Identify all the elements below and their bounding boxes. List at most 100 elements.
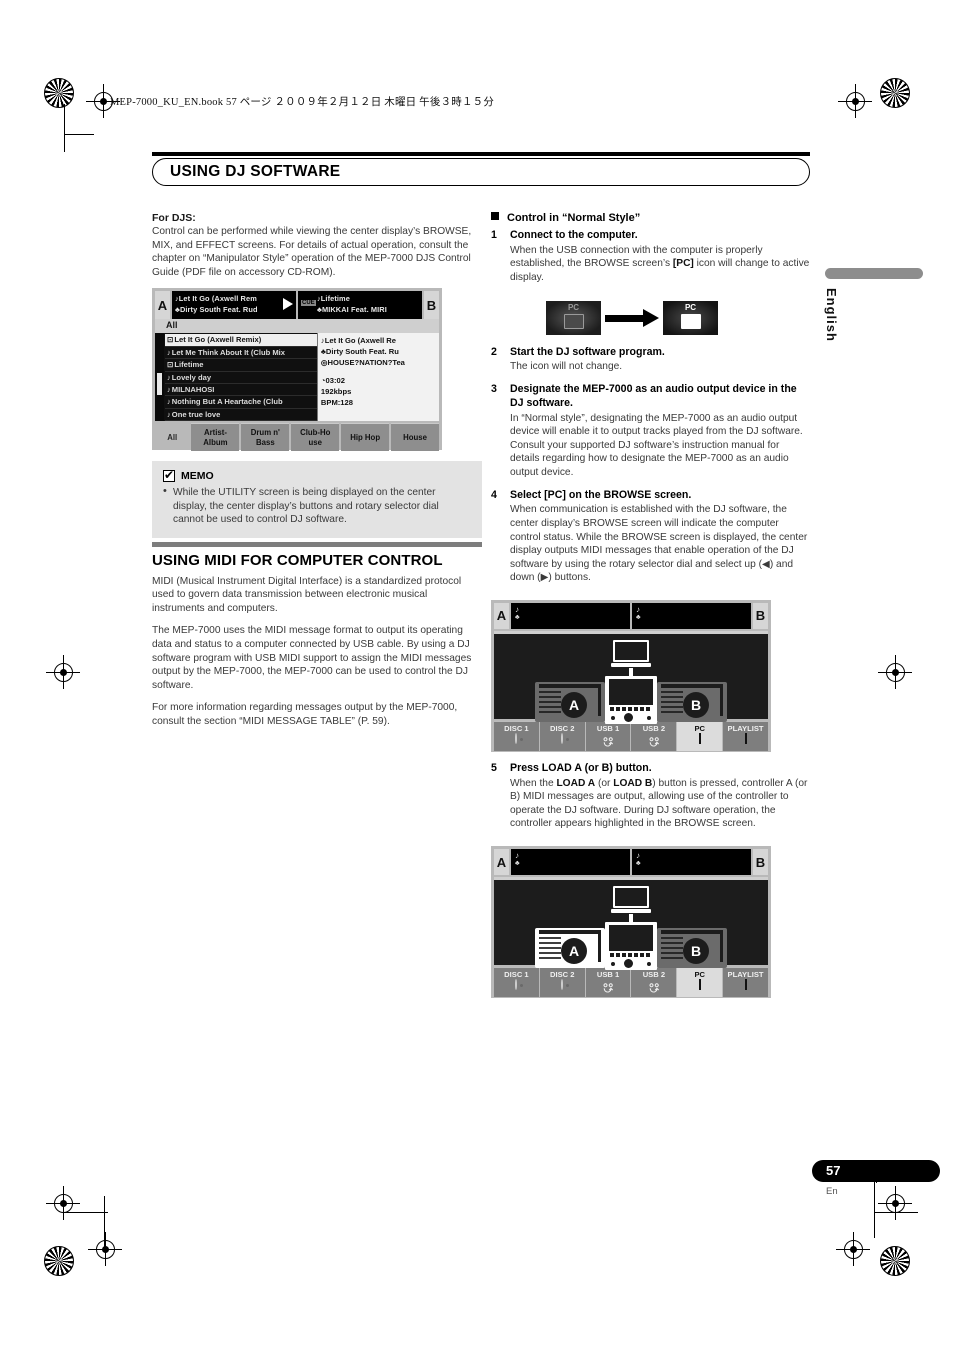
page-title-text: USING DJ SOFTWARE bbox=[170, 163, 341, 180]
midi-paragraph-2: The MEP-7000 uses the MIDI message forma… bbox=[152, 625, 472, 691]
browse-folder-label: All bbox=[155, 319, 439, 334]
source-tab-disc-1[interactable]: DISC 1 bbox=[494, 967, 539, 998]
step-2-number: 2 bbox=[491, 345, 497, 358]
pc1-artist-icon-a: ♣ bbox=[515, 613, 520, 621]
manual-page: MEP-7000_KU_EN.book 57 ページ ２００９年２月１２日 木曜… bbox=[0, 0, 954, 1351]
pc-icon-inactive-label: PC bbox=[567, 302, 580, 312]
step-3: 3 Designate the MEP-7000 as an audio out… bbox=[491, 383, 811, 487]
disc-glyph bbox=[515, 979, 518, 991]
source-tab-label: USB 1 bbox=[596, 970, 620, 980]
registration-mark-bl bbox=[46, 1186, 80, 1220]
step-2-desc: The icon will not change. bbox=[510, 361, 623, 373]
normal-style-heading-text: Control in “Normal Style” bbox=[507, 212, 641, 224]
track-list-item[interactable]: ♪Nothing But A Heartache (Club bbox=[165, 396, 317, 409]
pc1-diagram: A B bbox=[494, 630, 768, 724]
source-tab-playlist[interactable]: PLAYLIST bbox=[723, 967, 768, 998]
source-tab-playlist[interactable]: PLAYLIST bbox=[723, 720, 768, 751]
track-list-item[interactable]: ♪One true love bbox=[165, 409, 317, 422]
pc1-deck-a-label: A bbox=[494, 602, 509, 629]
browse-tab-hip-hop[interactable]: Hip Hop bbox=[341, 423, 390, 452]
crop-line-footer-tick bbox=[876, 1182, 877, 1183]
step-4-desc: When communication is established with t… bbox=[510, 504, 808, 584]
source-tab-pc[interactable]: PC bbox=[677, 967, 723, 998]
memo-title: MEMO bbox=[181, 470, 214, 483]
browse-tab-all[interactable]: All bbox=[155, 423, 189, 451]
track-list-item[interactable]: ♪Let Me Think About It (Club Mix bbox=[165, 347, 317, 360]
step-2: 2 Start the DJ software program. The ico… bbox=[491, 346, 811, 381]
page-number: 57 bbox=[826, 1163, 841, 1178]
track-list[interactable]: ⊡Let It Go (Axwell Remix) ♪Let Me Think A… bbox=[164, 333, 317, 422]
pc2-note-icon-b: ♪ bbox=[636, 851, 640, 861]
memo-header: MEMO bbox=[163, 468, 472, 483]
pc-icon-inactive: PC bbox=[546, 300, 601, 335]
star-registration-mark-top-right bbox=[880, 78, 910, 108]
crop-line-bottom-v bbox=[104, 1196, 105, 1252]
disc-icon bbox=[515, 732, 518, 744]
music-note-icon: ⊡ bbox=[167, 360, 174, 370]
step-5-number: 5 bbox=[491, 761, 497, 774]
pc1-note-icon-a: ♪ bbox=[515, 604, 519, 614]
source-tab-label: PLAYLIST bbox=[727, 723, 764, 733]
browse-tab-artist-album[interactable]: Artist- Album bbox=[191, 423, 240, 452]
memo-box: MEMO While the UTILITY screen is being d… bbox=[152, 461, 482, 538]
normal-style-heading: Control in “Normal Style” bbox=[491, 212, 811, 224]
source-tab-disc-2[interactable]: DISC 2 bbox=[539, 720, 585, 751]
pc2-note-icon-a: ♪ bbox=[515, 851, 519, 861]
step-4: 4 Select [PC] on the BROWSE screen. When… bbox=[491, 489, 811, 592]
crop-line-bottom-h2 bbox=[874, 1212, 918, 1213]
browse-scroll-thumb[interactable] bbox=[157, 373, 162, 396]
track-title: Lifetime bbox=[174, 360, 204, 370]
play-indicator-icon bbox=[283, 298, 293, 311]
info-title: ♪Let It Go (Axwell Re bbox=[320, 336, 397, 346]
pc1-artist-icon-b: ♣ bbox=[636, 613, 641, 621]
playlist-glyph bbox=[744, 732, 747, 744]
source-tab-label: PLAYLIST bbox=[727, 970, 764, 980]
source-tab-usb-1[interactable]: USB 1 ⎌ bbox=[585, 967, 631, 998]
cue-badge: CUE bbox=[301, 300, 316, 307]
browse-scrollbar[interactable] bbox=[155, 333, 164, 422]
track-info-pane: ♪Let It Go (Axwell Re ♣Dirty South Feat.… bbox=[316, 333, 439, 422]
registration-mark-tr bbox=[838, 84, 872, 118]
step-5: 5 Press LOAD A (or B) button. When the L… bbox=[491, 762, 811, 838]
step-5-title: Press LOAD A (or B) button. bbox=[510, 761, 652, 774]
track-list-item[interactable]: ♪MILNAHOSI bbox=[165, 384, 317, 397]
track-list-item[interactable]: ♪Lovely day bbox=[165, 372, 317, 384]
source-tab-pc[interactable]: PC bbox=[677, 720, 723, 751]
pc1-source-tabs[interactable]: DISC 1 DISC 2 USB 1 ⎌ USB 2 ⎌ PC PLAYLIST bbox=[494, 720, 768, 751]
registration-mark-bc bbox=[88, 1232, 122, 1266]
source-tab-label: USB 2 bbox=[642, 970, 666, 980]
source-tab-label: DISC 1 bbox=[504, 970, 529, 980]
track-list-item[interactable]: ⊡Let It Go (Axwell Remix) bbox=[165, 334, 317, 347]
browse-category-tabs[interactable]: All Artist- Album Drum n' Bass Club-Ho use Hip … bbox=[155, 423, 440, 452]
registration-mark-bc2 bbox=[836, 1232, 870, 1266]
deck-a-info: ♪Let It Go (Axwell Rem ♣Dirty South Feat… bbox=[172, 291, 296, 320]
pc2-source-tabs[interactable]: DISC 1 DISC 2 USB 1 ⎌ USB 2 ⎌ PC PLAYLIST bbox=[494, 967, 768, 998]
step-1-title: Connect to the computer. bbox=[510, 229, 638, 241]
usb-icon: ⎌ bbox=[602, 981, 614, 997]
monitor-icon bbox=[698, 732, 701, 744]
source-tab-disc-2[interactable]: DISC 2 bbox=[539, 967, 585, 998]
track-title: Let Me Think About It (Club Mix bbox=[171, 347, 285, 357]
browse-deck-bar: A ♪Let It Go (Axwell Rem ♣Dirty South Fe… bbox=[155, 291, 439, 320]
step-1-desc: When the USB connection with the compute… bbox=[510, 244, 810, 283]
track-list-item[interactable]: ⊡Lifetime bbox=[165, 359, 317, 372]
midi-paragraph-1: MIDI (Musical Instrument Digital Interfa… bbox=[152, 575, 462, 614]
pc2-artist-icon-a: ♣ bbox=[515, 860, 520, 868]
registration-mark-br bbox=[878, 1186, 912, 1220]
browse-tab-drum-n-bass[interactable]: Drum n' Bass bbox=[241, 423, 290, 452]
center-unit-1 bbox=[605, 675, 657, 724]
pc2-artist-icon-b: ♣ bbox=[636, 860, 641, 868]
track-title: One true love bbox=[171, 409, 221, 419]
step-2-title: Start the DJ software program. bbox=[510, 345, 665, 358]
music-note-icon: ♪ bbox=[167, 372, 171, 382]
source-tab-usb-2[interactable]: USB 2 ⎌ bbox=[631, 967, 677, 998]
source-tab-label: DISC 1 bbox=[504, 723, 529, 733]
browse-tab-house[interactable]: House bbox=[391, 423, 440, 452]
disc-icon bbox=[561, 732, 564, 744]
browse-tab-club-house[interactable]: Club-Ho use bbox=[291, 423, 340, 452]
source-tab-usb-2[interactable]: USB 2 ⎌ bbox=[631, 720, 677, 751]
source-tab-disc-1[interactable]: DISC 1 bbox=[494, 720, 539, 751]
step-1: 1 Connect to the computer. When the USB … bbox=[491, 229, 811, 292]
source-tab-usb-1[interactable]: USB 1 ⎌ bbox=[585, 720, 631, 751]
disc-glyph bbox=[561, 732, 564, 744]
